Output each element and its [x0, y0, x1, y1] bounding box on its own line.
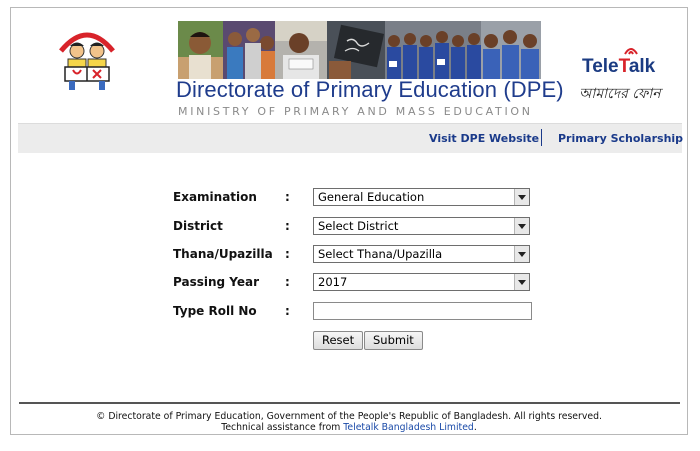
colon: :: [285, 190, 290, 204]
teletalk-logo-text: TeleTalk: [582, 56, 655, 78]
district-select[interactable]: Select District: [313, 217, 530, 235]
brand-alk: alk: [628, 56, 656, 77]
passing-year-select[interactable]: 2017: [313, 273, 530, 291]
colon: :: [285, 304, 290, 318]
page-title: Directorate of Primary Education (DPE): [176, 77, 564, 102]
chevron-down-icon[interactable]: [514, 274, 529, 290]
reset-button[interactable]: Reset: [313, 331, 364, 350]
chevron-down-icon[interactable]: [514, 246, 529, 262]
boy-smiling-photo: [178, 21, 223, 79]
slate-writing-photo: [327, 21, 385, 79]
footer-copyright: © Directorate of Primary Education, Gove…: [96, 411, 602, 422]
roll-label: Type Roll No: [173, 304, 257, 318]
page-frame: Directorate of Primary Education (DPE) M…: [10, 7, 688, 435]
primary-scholarship-link[interactable]: Primary Scholarship: [558, 132, 683, 145]
site-header: Directorate of Primary Education (DPE) M…: [11, 8, 687, 122]
tech-suffix: .: [473, 422, 477, 433]
visit-dpe-link[interactable]: Visit DPE Website: [429, 132, 539, 145]
district-label: District: [173, 219, 223, 233]
examination-value: General Education: [318, 190, 425, 204]
tech-prefix: Technical assistance from: [221, 422, 344, 433]
teletalk-link[interactable]: Teletalk Bangladesh Limited: [343, 422, 474, 433]
passing-year-label: Passing Year: [173, 275, 260, 289]
passing-year-value: 2017: [318, 275, 348, 289]
brand-tele: Tele: [582, 56, 619, 77]
teletalk-tagline: আমাদের ফোন: [579, 86, 661, 102]
colon: :: [285, 275, 290, 289]
students-blue-uniform-photo: [481, 21, 541, 79]
teletalk-brand: TeleTalk আমাদের ফোন: [577, 48, 685, 104]
top-nav-bar: Visit DPE Website Primary Scholarship: [18, 123, 683, 153]
dpe-logo-icon: [59, 32, 115, 90]
examination-select[interactable]: General Education: [313, 188, 530, 206]
children-group-photo: [223, 21, 275, 79]
colon: :: [285, 219, 290, 233]
submit-button[interactable]: Submit: [364, 331, 423, 350]
examination-label: Examination: [173, 190, 257, 204]
thana-label: Thana/Upazilla: [173, 247, 273, 261]
ministry-subtitle: Ministry of Primary and Mass Education: [178, 105, 533, 118]
chevron-down-icon[interactable]: [514, 189, 529, 205]
district-value: Select District: [318, 219, 399, 233]
roll-no-input[interactable]: [313, 302, 532, 320]
signal-wave-icon: [624, 48, 638, 55]
chevron-down-icon[interactable]: [514, 218, 529, 234]
brand-t: T: [618, 56, 629, 77]
footer-divider: [19, 402, 680, 404]
thana-select[interactable]: Select Thana/Upazilla: [313, 245, 530, 263]
child-reading-photo: [275, 21, 327, 79]
students-crowd-photo: [385, 21, 481, 79]
thana-value: Select Thana/Upazilla: [318, 247, 443, 261]
colon: :: [285, 247, 290, 261]
nav-separator: [541, 129, 542, 146]
footer-tech-assistance: Technical assistance from Teletalk Bangl…: [11, 422, 687, 433]
header-photo-strip: [178, 21, 541, 79]
